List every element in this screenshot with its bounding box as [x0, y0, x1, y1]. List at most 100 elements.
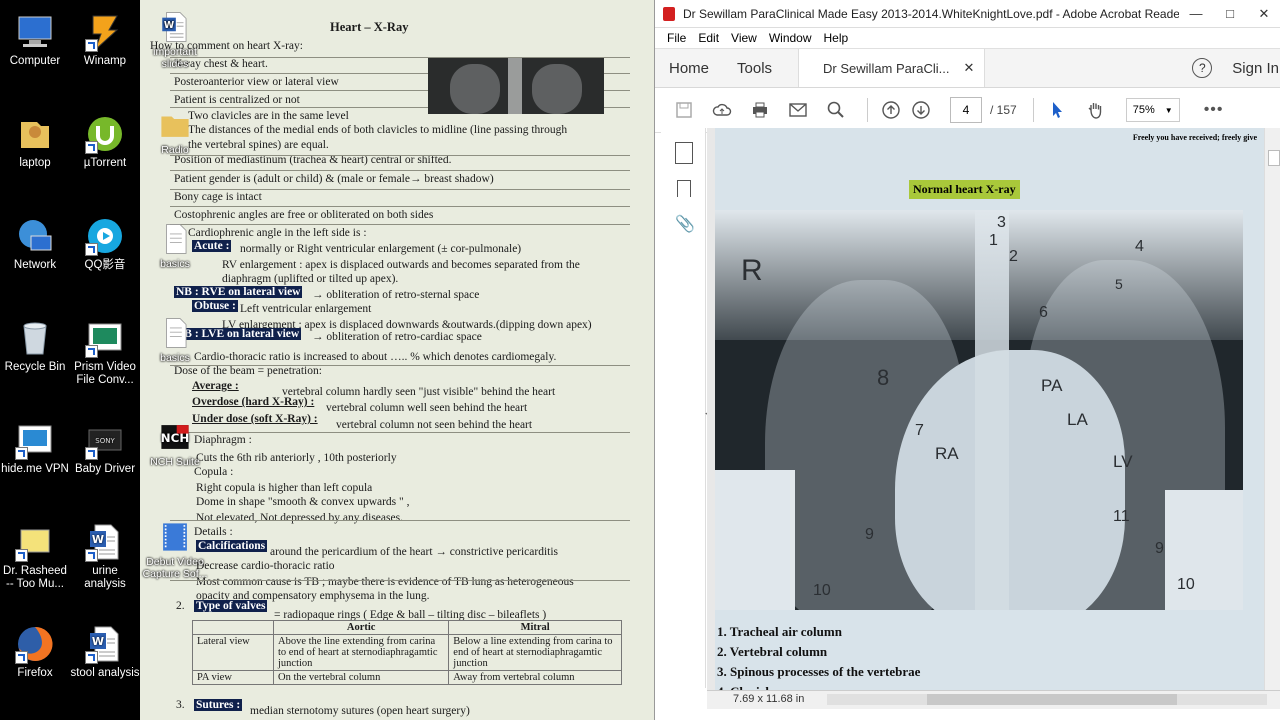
desktop-icon-basics[interactable]: basics — [140, 222, 210, 270]
desktop-icon-label: hide.me VPN — [1, 463, 69, 475]
desktop-icon--torrent[interactable]: µTorrent — [70, 114, 140, 170]
hand-tool-icon[interactable] — [1080, 95, 1110, 125]
desktop-icon-computer[interactable]: Computer — [0, 12, 70, 68]
next-page-icon[interactable] — [906, 95, 936, 125]
table-row: Lateral view Above the line extending fro… — [192, 634, 622, 671]
menu-window[interactable]: Window — [769, 31, 812, 45]
close-window-button[interactable]: ✕ — [1247, 0, 1280, 27]
table-header — [192, 620, 274, 635]
folder-icon — [158, 108, 192, 142]
tab-document[interactable]: Dr Sewillam ParaCli... ✕ — [798, 49, 986, 87]
document-viewer: Freely you have received; freely give No… — [707, 128, 1265, 690]
menu-view[interactable]: View — [731, 31, 757, 45]
utorrent-icon — [85, 114, 125, 154]
print-icon[interactable] — [745, 95, 775, 125]
xray-label: 5 — [1115, 276, 1123, 292]
nch-icon: NCH — [158, 420, 192, 454]
pdf-heading: Normal heart X-ray — [909, 180, 1020, 199]
document-line: Dose of the beam = penetration: — [174, 365, 322, 377]
desktop-icon-basics[interactable]: basics — [140, 316, 210, 364]
desktop-icon-baby-driver[interactable]: SONY Baby Driver — [70, 420, 140, 476]
previous-page-icon[interactable] — [876, 95, 906, 125]
desktop-icon-radio[interactable]: Radio — [140, 108, 210, 156]
horizontal-scroll-thumb[interactable] — [927, 694, 1177, 705]
desktop-icon-qq[interactable]: QQ影音 — [70, 216, 140, 272]
document-line: RV enlargement : apex is displaced outwa… — [222, 259, 580, 271]
menu-help[interactable]: Help — [824, 31, 849, 45]
table-cell: On the vertebral column — [272, 670, 450, 685]
table-cell: Away from vertebral column — [448, 670, 622, 685]
desktop-icon-recycle-bin[interactable]: Recycle Bin — [0, 318, 70, 374]
horizontal-scrollbar[interactable] — [827, 694, 1267, 705]
desktop-icon-network[interactable]: Network — [0, 216, 70, 272]
scroll-thumb[interactable] — [1268, 150, 1280, 166]
page-thumbnails-icon[interactable] — [675, 142, 693, 164]
minimize-button[interactable]: — — [1179, 0, 1213, 27]
help-icon[interactable]: ? — [1192, 58, 1213, 78]
select-cursor-icon[interactable] — [1042, 95, 1072, 125]
document-line: vertebral column hardly seen "just visib… — [282, 386, 556, 398]
desktop-icon-label: QQ影音 — [84, 259, 126, 271]
desktop-icon-label: laptop — [19, 157, 51, 169]
search-icon[interactable] — [821, 95, 851, 125]
item-number-3: 3. — [176, 699, 185, 711]
document-line: Patient gender is (adult or child) & (ma… — [174, 173, 494, 185]
desktop-icon-label: Debut Video Capture Sof... — [142, 556, 208, 580]
vertical-scrollbar[interactable] — [1264, 128, 1280, 690]
page-number-input[interactable]: 4 — [950, 97, 982, 123]
xray-label: 4 — [1135, 238, 1144, 255]
document-line: Most common cause is TB ; maybe there is… — [196, 576, 574, 588]
desktop-icon-prism-video-file-conv[interactable]: Prism Video File Conv... — [70, 318, 140, 387]
left-navigation-pane: 📎 — [661, 128, 706, 688]
desktop-icon-urine-analysis[interactable]: Wurine analysis — [70, 522, 140, 591]
menu-file[interactable]: File — [667, 31, 686, 45]
table-cell: Lateral view — [192, 634, 274, 671]
desktop-icon-firefox[interactable]: Firefox — [0, 624, 70, 680]
sign-in-link[interactable]: Sign In — [1232, 60, 1279, 77]
desktop-icon-stool-analysis[interactable]: Wstool analysis — [70, 624, 140, 680]
upload-cloud-icon[interactable] — [707, 95, 737, 125]
word-doc-icon: W — [85, 624, 125, 664]
shortcut-arrow-icon — [85, 447, 98, 460]
table-cell: Above the line extending from carina to … — [272, 634, 450, 671]
shortcut-arrow-icon — [85, 141, 98, 154]
page-total: / 157 — [990, 103, 1017, 117]
maximize-button[interactable]: □ — [1213, 0, 1247, 27]
vpn-icon — [15, 420, 55, 460]
document-rule — [170, 206, 630, 207]
tab-home[interactable]: Home — [655, 49, 723, 87]
table-header: Aortic — [272, 620, 450, 635]
desktop-icon-debut-video-capture-sof[interactable]: Debut Video Capture Sof... — [140, 520, 210, 580]
document-line: Right copula is higher than left copula — [196, 482, 373, 494]
tab-tools[interactable]: Tools — [723, 49, 786, 87]
desktop-icon-nch-suite[interactable]: NCH NCH Suite — [140, 420, 210, 468]
close-tab-icon[interactable]: ✕ — [963, 60, 974, 76]
shortcut-arrow-icon — [15, 651, 28, 664]
document-line: Two clavicles are in the same level — [188, 110, 349, 122]
desktop-icon-dr-rasheed-too-mu[interactable]: Dr. Rasheed -- Too Mu... — [0, 522, 70, 591]
desktop-icon-laptop[interactable]: laptop — [0, 114, 70, 170]
document-line: → obliteration of retro-cardiac space — [312, 331, 482, 343]
shortcut-arrow-icon — [85, 549, 98, 562]
desktop-icon-important-slides[interactable]: Wimportant slides — [140, 10, 210, 70]
shortcut-arrow-icon — [15, 447, 28, 460]
average-label: Average : — [192, 380, 239, 392]
desktop-icon-winamp[interactable]: Winamp — [70, 12, 140, 68]
zoom-select[interactable]: 75% ▼ — [1125, 98, 1180, 122]
tab-document-label: Dr Sewillam ParaCli... — [823, 60, 950, 76]
save-icon[interactable] — [669, 95, 699, 125]
table-cell: Below a line extending from carina to en… — [448, 634, 622, 671]
underdose-label: Under dose (soft X-Ray) : — [192, 413, 318, 425]
bookmark-icon[interactable] — [677, 180, 691, 197]
menu-edit[interactable]: Edit — [698, 31, 719, 45]
email-icon[interactable] — [783, 95, 813, 125]
item-number-2: 2. — [176, 600, 185, 612]
desktop-icon-column: Computer Winamp laptop µTorrent Network QQ影音 R… — [0, 0, 140, 720]
more-options-icon[interactable]: ••• — [1204, 101, 1224, 119]
attachment-icon[interactable]: 📎 — [675, 214, 695, 234]
word-doc-icon: W — [85, 522, 125, 562]
toolbar-divider — [867, 98, 868, 122]
desktop-icon-hide-me-vpn[interactable]: hide.me VPN — [0, 420, 70, 476]
document-line: Patient is centralized or not — [174, 94, 300, 106]
computer-icon — [15, 12, 55, 52]
